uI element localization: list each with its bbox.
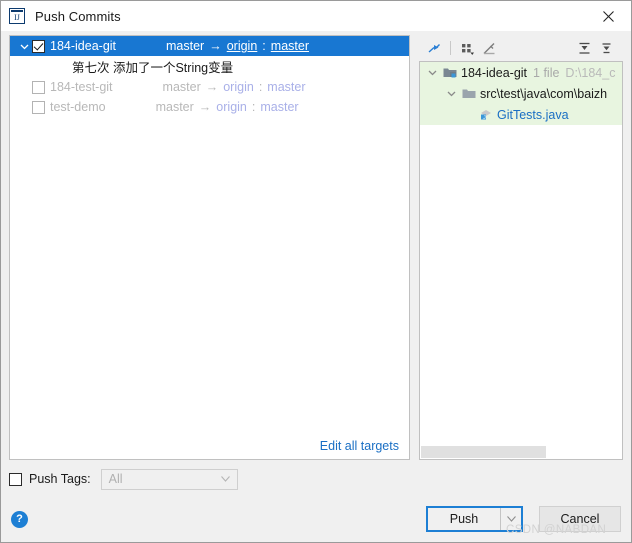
dialog-body: 184-idea-git master → origin : master 第七… (1, 31, 631, 460)
branch-target-spec[interactable]: master → origin : master (163, 80, 306, 94)
files-toolbar (419, 35, 623, 61)
push-commits-dialog: IJ Push Commits 184-idea-git master → or… (0, 0, 632, 543)
tree-row[interactable]: 184-idea-git 1 file D:\184_c (420, 62, 622, 83)
changed-files-tree[interactable]: 184-idea-git 1 file D:\184_c src\test\ja… (419, 61, 623, 460)
remote-name-link[interactable]: origin (223, 80, 254, 94)
repository-row[interactable]: 184-test-git master → origin : master (10, 77, 409, 97)
tree-row[interactable]: J GitTests.java (420, 104, 622, 125)
title-bar: IJ Push Commits (1, 1, 631, 31)
help-icon[interactable]: ? (11, 510, 28, 528)
local-branch-label: master (162, 80, 201, 94)
chevron-right-icon[interactable] (16, 79, 32, 95)
local-branch-label: master (155, 100, 194, 114)
repository-path-label: D:\184_c (565, 65, 616, 80)
tree-horizontal-scrollbar[interactable] (420, 444, 622, 459)
group-by-icon[interactable] (456, 38, 478, 58)
commits-panel: 184-idea-git master → origin : master 第七… (9, 35, 410, 460)
push-tags-value: All (108, 472, 123, 486)
remote-branch-link[interactable]: master (271, 39, 309, 53)
toolbar-divider (450, 41, 451, 55)
branch-target-spec[interactable]: master → origin : master (156, 100, 299, 114)
repository-row[interactable]: test-demo master → origin : master (10, 97, 409, 117)
close-icon[interactable] (585, 1, 631, 31)
repository-row[interactable]: 184-idea-git master → origin : master (10, 36, 409, 56)
dialog-title: Push Commits (35, 8, 121, 24)
push-split-button[interactable]: Push (426, 506, 523, 532)
dialog-footer: ? Push Cancel (1, 496, 631, 542)
remote-branch-link[interactable]: master (267, 80, 305, 94)
repository-checkbox[interactable] (32, 100, 45, 114)
remote-name-link[interactable]: origin (216, 100, 247, 114)
arrow-icon: → (205, 80, 219, 94)
files-panel: 184-idea-git 1 file D:\184_c src\test\ja… (419, 35, 623, 460)
expand-all-icon[interactable] (573, 38, 595, 58)
file-count-label: 1 file (533, 65, 560, 80)
repository-checkbox[interactable] (32, 80, 45, 94)
java-class-icon: J (477, 107, 494, 123)
tree-row[interactable]: src\test\java\com\baizh (420, 83, 622, 104)
branch-target-spec[interactable]: master → origin : master (166, 39, 309, 53)
chevron-down-icon[interactable] (500, 508, 521, 530)
edit-all-targets-link[interactable]: Edit all targets (320, 439, 399, 453)
push-tags-checkbox[interactable] (9, 472, 22, 486)
push-tags-row: Push Tags: All (1, 462, 631, 496)
local-branch-label: master (166, 39, 205, 53)
remote-branch-link[interactable]: master (260, 100, 298, 114)
commit-message-text: 第七次 添加了一个String变量 (72, 61, 234, 75)
scrollbar-thumb[interactable] (421, 446, 547, 458)
chevron-right-icon[interactable] (16, 99, 32, 115)
chevron-down-icon[interactable] (443, 85, 460, 102)
push-button[interactable]: Push (428, 508, 500, 530)
arrow-icon: → (209, 39, 222, 53)
intellij-idea-icon: IJ (9, 8, 25, 24)
repository-name: 184-test-git (50, 80, 113, 94)
tree-body: 184-idea-git 1 file D:\184_c src\test\ja… (420, 62, 622, 444)
push-tags-label: Push Tags: (29, 472, 91, 486)
repository-name: test-demo (50, 100, 106, 114)
repository-name: 184-idea-git (50, 39, 117, 53)
module-folder-icon (441, 65, 458, 81)
tree-node-label: 184-idea-git (461, 65, 528, 80)
svg-text:IJ: IJ (14, 13, 20, 22)
push-tags-select[interactable]: All (100, 468, 238, 490)
repository-checkbox[interactable] (32, 39, 45, 53)
collapse-all-icon[interactable] (595, 38, 617, 58)
chevron-down-icon (220, 476, 230, 482)
commit-message-row[interactable]: 第七次 添加了一个String变量 (10, 56, 409, 77)
folder-icon (460, 86, 477, 102)
separator-colon: : (258, 80, 263, 94)
separator-colon: : (262, 39, 266, 53)
edit-source-icon[interactable] (478, 38, 500, 58)
chevron-down-icon[interactable] (424, 64, 441, 81)
repository-list[interactable]: 184-idea-git master → origin : master 第七… (10, 36, 409, 433)
chevron-down-icon[interactable] (16, 38, 32, 54)
cancel-button[interactable]: Cancel (539, 506, 621, 532)
expand-collapse-diff-icon[interactable] (423, 38, 445, 58)
tree-node-label: GitTests.java (497, 107, 569, 122)
arrow-icon: → (198, 100, 212, 114)
remote-name-link[interactable]: origin (227, 39, 258, 53)
tree-node-label: src\test\java\com\baizh (480, 86, 608, 101)
edit-targets-bar: Edit all targets (10, 433, 409, 459)
separator-colon: : (251, 100, 256, 114)
